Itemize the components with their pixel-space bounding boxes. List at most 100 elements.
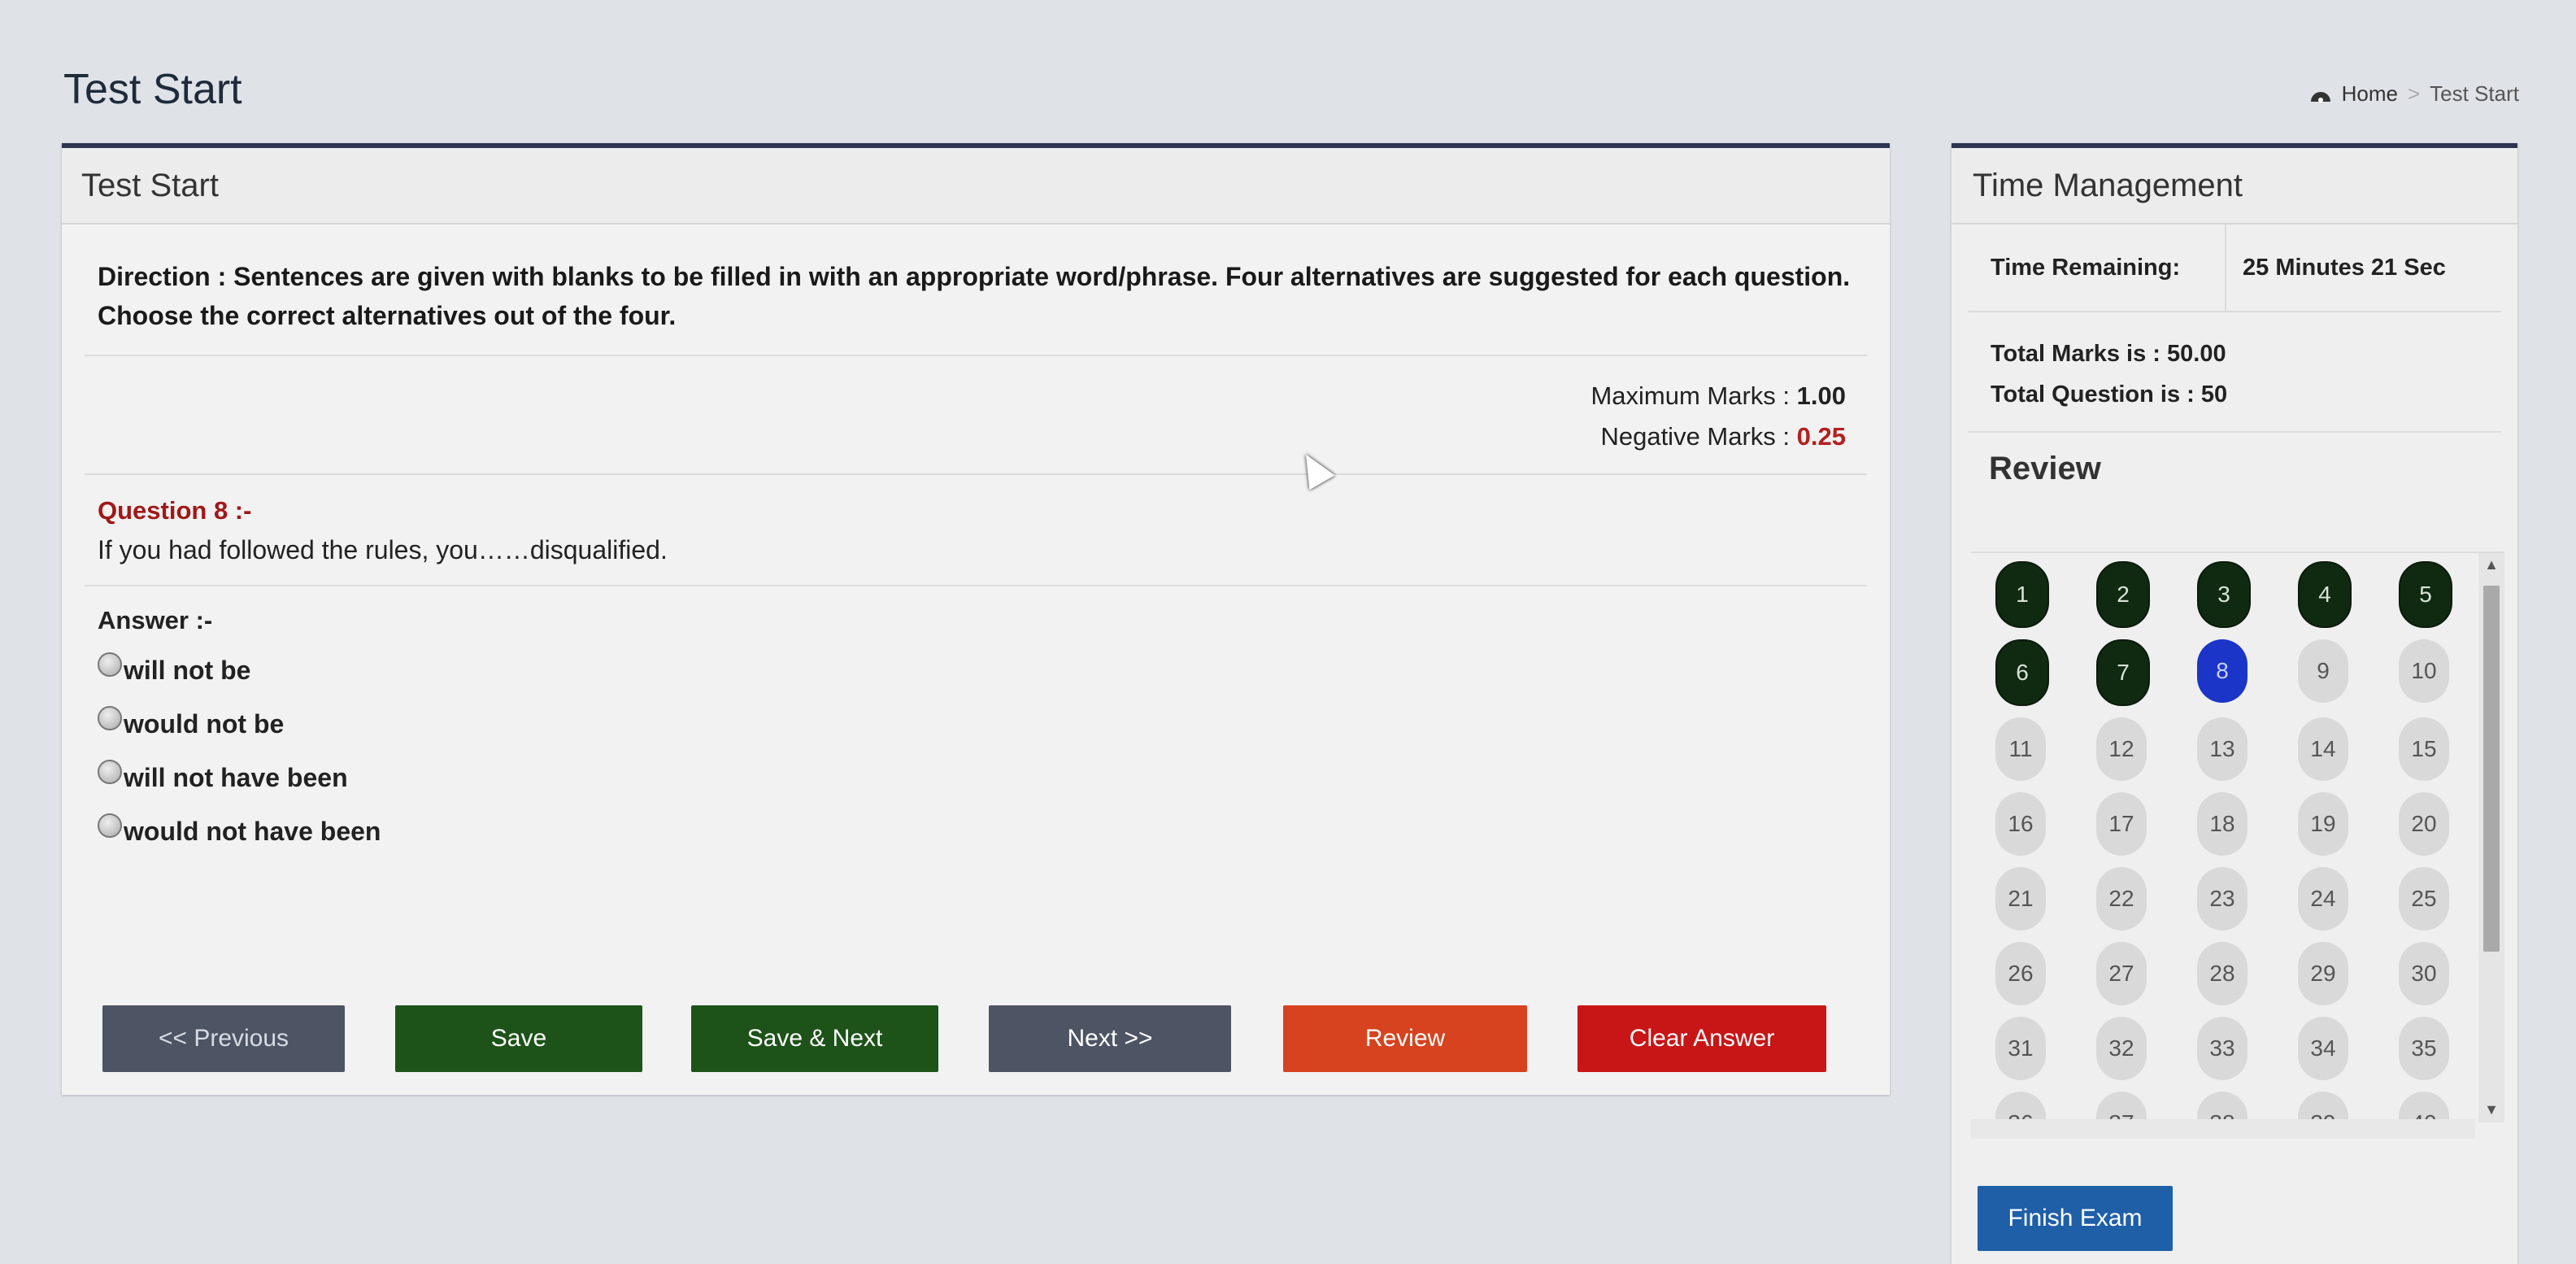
breadcrumb-separator: > [2407,81,2421,106]
palette-cell: 7 [2080,639,2181,706]
question-number-button[interactable]: 12 [2096,717,2147,781]
question-number-button[interactable]: 6 [1995,639,2049,706]
save-next-button[interactable]: Save & Next [691,1005,938,1072]
question-number-button[interactable]: 32 [2096,1017,2147,1080]
question-number-button[interactable]: 9 [2298,639,2348,703]
question-number-button[interactable]: 21 [1995,867,2046,931]
question-number-button[interactable]: 29 [2298,942,2348,1005]
question-grid: 1 2 3 4 5 6 7 8 9 10 11 12 13 14 15 16 17 18 19 20 21 22 23 24 2… [1979,561,2483,1139]
palette-cell: 1 [1979,561,2080,628]
radio-button[interactable] [98,652,122,677]
radio-button[interactable] [98,813,122,838]
palette-cell: 32 [2080,1017,2181,1080]
question-number-button[interactable]: 22 [2096,867,2147,931]
question-number-button[interactable]: 33 [2197,1017,2247,1080]
action-buttons: << Previous Save Save & Next Next >> Rev… [102,1005,1891,1075]
previous-button[interactable]: << Previous [102,1005,345,1072]
time-remaining-label: Time Remaining: [1968,224,2226,311]
question-number-button[interactable]: 24 [2298,867,2348,931]
breadcrumb-current: Test Start [2430,81,2519,106]
palette-cell: 2 [2080,561,2181,628]
negative-marks: Negative Marks : 0.25 [85,416,1846,457]
question-number-button[interactable]: 35 [2399,1017,2449,1080]
question-number-button[interactable]: 28 [2197,942,2247,1005]
time-management-panel: Time Management Time Remaining: 25 Minut… [1952,143,2517,1264]
answer-option[interactable]: will not have been [98,751,1854,804]
question-number-button[interactable]: 5 [2399,561,2452,628]
question-number-button[interactable]: 34 [2298,1017,2348,1080]
answer-option[interactable]: would not have been [98,804,1854,858]
radio-button[interactable] [98,706,122,730]
question-number-button[interactable]: 18 [2197,792,2247,856]
question-number-button[interactable]: 2 [2096,561,2150,628]
palette-cell: 16 [1979,792,2080,856]
palette-cell: 13 [2181,717,2282,781]
test-panel: Test Start Direction : Sentences are giv… [62,143,1890,1095]
answer-block: Answer :- will not be would not be will … [85,586,1867,878]
scroll-thumb[interactable] [2483,586,2500,952]
question-number-button[interactable]: 7 [2096,639,2150,706]
question-number-button[interactable]: 11 [1995,717,2046,781]
breadcrumb-home-link[interactable]: Home [2342,81,2398,107]
palette-cell: 31 [1979,1017,2080,1080]
palette-cell: 17 [2080,792,2181,856]
palette-cell: 26 [1979,942,2080,1005]
marks-info: Maximum Marks : 1.00 Negative Marks : 0.… [85,356,1867,475]
review-button[interactable]: Review [1283,1005,1527,1072]
answer-option[interactable]: would not be [98,697,1854,751]
question-number-button[interactable]: 25 [2399,867,2449,931]
question-number-button[interactable]: 26 [1995,942,2046,1005]
palette-cell: 28 [2181,942,2282,1005]
palette-cell: 4 [2282,561,2382,628]
question-number-button[interactable]: 19 [2298,792,2348,856]
max-marks-value: 1.00 [1796,381,1846,410]
palette-cell: 20 [2382,792,2483,856]
palette-cell: 14 [2282,717,2382,781]
palette-cell: 23 [2181,867,2282,931]
question-number-button[interactable]: 23 [2197,867,2247,931]
question-number-button[interactable]: 27 [2096,942,2147,1005]
question-number-button[interactable]: 4 [2298,561,2352,628]
clear-answer-button[interactable]: Clear Answer [1577,1005,1826,1072]
palette-cell: 24 [2282,867,2382,931]
page-title: Test Start [63,66,242,113]
palette-cell: 22 [2080,867,2181,931]
question-number-button[interactable]: 31 [1995,1017,2046,1080]
totals-info: Total Marks is : 50.00 Total Question is… [1968,312,2501,433]
scroll-up-icon[interactable]: ▲ [2483,556,2500,574]
direction-text: Direction : Sentences are given with bla… [85,224,1867,356]
question-number-button[interactable]: 30 [2399,942,2449,1005]
question-number-button[interactable]: 10 [2399,639,2449,703]
save-button[interactable]: Save [395,1005,642,1072]
next-button[interactable]: Next >> [989,1005,1231,1072]
option-label: would not have been [124,816,381,846]
vertical-scrollbar[interactable]: ▲ ▼ [2478,553,2504,1122]
dashboard-icon [2310,91,2330,102]
radio-button[interactable] [98,760,122,784]
question-number-button[interactable]: 17 [2096,792,2147,856]
total-marks: Total Marks is : 50.00 [1991,341,2226,367]
answer-option[interactable]: will not be [98,643,1854,697]
max-marks: Maximum Marks : 1.00 [85,376,1846,416]
question-number-button[interactable]: 15 [2399,717,2449,781]
time-remaining-value: 25 Minutes 21 Sec [2243,254,2446,281]
palette-cell: 5 [2382,561,2483,628]
total-questions: Total Question is : 50 [1991,381,2228,408]
question-number-button[interactable]: 16 [1995,792,2046,856]
question-number-button[interactable]: 1 [1995,561,2049,628]
question-number-button[interactable]: 14 [2298,717,2348,781]
test-panel-title: Test Start [62,148,1890,224]
horizontal-scrollbar[interactable] [1971,1119,2475,1139]
time-remaining-row: Time Remaining: 25 Minutes 21 Sec [1968,224,2501,312]
question-number-button[interactable]: 20 [2399,792,2449,856]
question-label: Question 8 :- [98,496,252,525]
question-number-button[interactable]: 13 [2197,717,2247,781]
question-number-button[interactable]: 8 [2197,639,2247,703]
scroll-down-icon[interactable]: ▼ [2483,1101,2500,1119]
finish-exam-button[interactable]: Finish Exam [1978,1186,2173,1251]
question-number-button[interactable]: 3 [2197,561,2251,628]
palette-cell: 29 [2282,942,2382,1005]
palette-cell: 35 [2382,1017,2483,1080]
breadcrumb: Home > Test Start [2309,81,2519,107]
option-label: will not have been [124,762,348,792]
